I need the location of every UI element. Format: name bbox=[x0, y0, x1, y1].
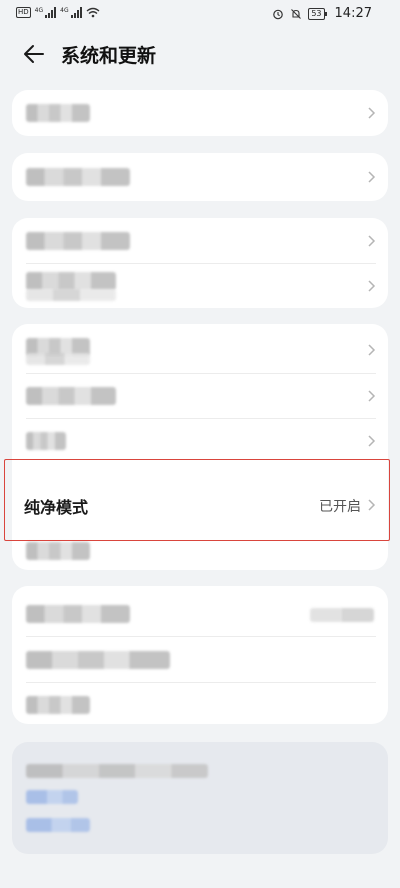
chevron-right-icon bbox=[368, 344, 376, 356]
chevron-right-icon bbox=[368, 435, 376, 447]
settings-card-4 bbox=[12, 324, 388, 570]
blurred-label bbox=[26, 542, 90, 560]
blurred-tip-text bbox=[26, 764, 208, 778]
status-bar: HD 4G 4G 53 14:27 bbox=[0, 0, 400, 28]
blurred-sublabel bbox=[26, 289, 116, 301]
wifi-icon bbox=[86, 7, 100, 18]
blurred-label bbox=[26, 232, 130, 250]
blurred-setting-row[interactable] bbox=[12, 683, 388, 727]
back-arrow-icon[interactable] bbox=[22, 43, 46, 65]
blurred-link[interactable] bbox=[26, 790, 78, 804]
blurred-setting-row[interactable] bbox=[12, 638, 388, 682]
status-right: 53 14:27 bbox=[272, 6, 372, 21]
settings-card-1 bbox=[12, 90, 388, 136]
blurred-label bbox=[26, 432, 66, 450]
blurred-setting-row[interactable] bbox=[12, 592, 388, 636]
blurred-label bbox=[26, 651, 170, 669]
blurred-label bbox=[26, 605, 130, 623]
sim2-network-tag: 4G bbox=[60, 7, 69, 14]
blurred-value bbox=[310, 608, 374, 622]
settings-card-5 bbox=[12, 586, 388, 724]
alarm-icon bbox=[272, 8, 284, 20]
blurred-label bbox=[26, 168, 130, 186]
blurred-label bbox=[26, 696, 90, 714]
blurred-setting-row[interactable] bbox=[12, 155, 388, 199]
blurred-sublabel bbox=[26, 353, 90, 365]
blurred-setting-row[interactable] bbox=[12, 264, 388, 308]
hd-badge: HD bbox=[16, 7, 31, 18]
blurred-setting-row[interactable] bbox=[12, 219, 388, 263]
battery-icon: 53 bbox=[308, 7, 327, 20]
pure-mode-label: 纯净模式 bbox=[24, 498, 89, 517]
signal-icon-sim1: 4G bbox=[34, 7, 57, 18]
pure-mode-row[interactable]: 纯净模式 已开启 bbox=[12, 481, 388, 529]
mute-bell-icon bbox=[290, 8, 302, 20]
chevron-right-icon bbox=[368, 107, 376, 119]
blurred-label bbox=[26, 387, 116, 405]
blurred-label bbox=[26, 104, 90, 122]
page-title: 系统和更新 bbox=[61, 45, 157, 67]
chevron-right-icon bbox=[368, 235, 376, 247]
blurred-link[interactable] bbox=[26, 818, 90, 832]
signal-icon-sim2: 4G bbox=[60, 7, 82, 18]
chevron-right-icon bbox=[368, 499, 376, 511]
blurred-setting-row[interactable] bbox=[12, 534, 388, 568]
chevron-right-icon bbox=[368, 280, 376, 292]
tips-card bbox=[12, 742, 388, 854]
chevron-right-icon bbox=[368, 390, 376, 402]
settings-card-2 bbox=[12, 153, 388, 201]
blurred-setting-row[interactable] bbox=[12, 419, 388, 463]
sim1-network-tag: 4G bbox=[34, 7, 44, 14]
pure-mode-status: 已开启 bbox=[319, 499, 361, 515]
chevron-right-icon bbox=[368, 171, 376, 183]
blurred-setting-row[interactable] bbox=[12, 328, 388, 372]
settings-card-3 bbox=[12, 218, 388, 308]
blurred-setting-row[interactable] bbox=[12, 91, 388, 135]
divider bbox=[26, 636, 376, 637]
blurred-setting-row[interactable] bbox=[12, 374, 388, 418]
status-left: HD 4G 4G bbox=[16, 7, 100, 18]
blurred-label bbox=[26, 272, 116, 290]
status-time: 14:27 bbox=[334, 6, 372, 21]
app-header: 系统和更新 bbox=[0, 36, 400, 72]
